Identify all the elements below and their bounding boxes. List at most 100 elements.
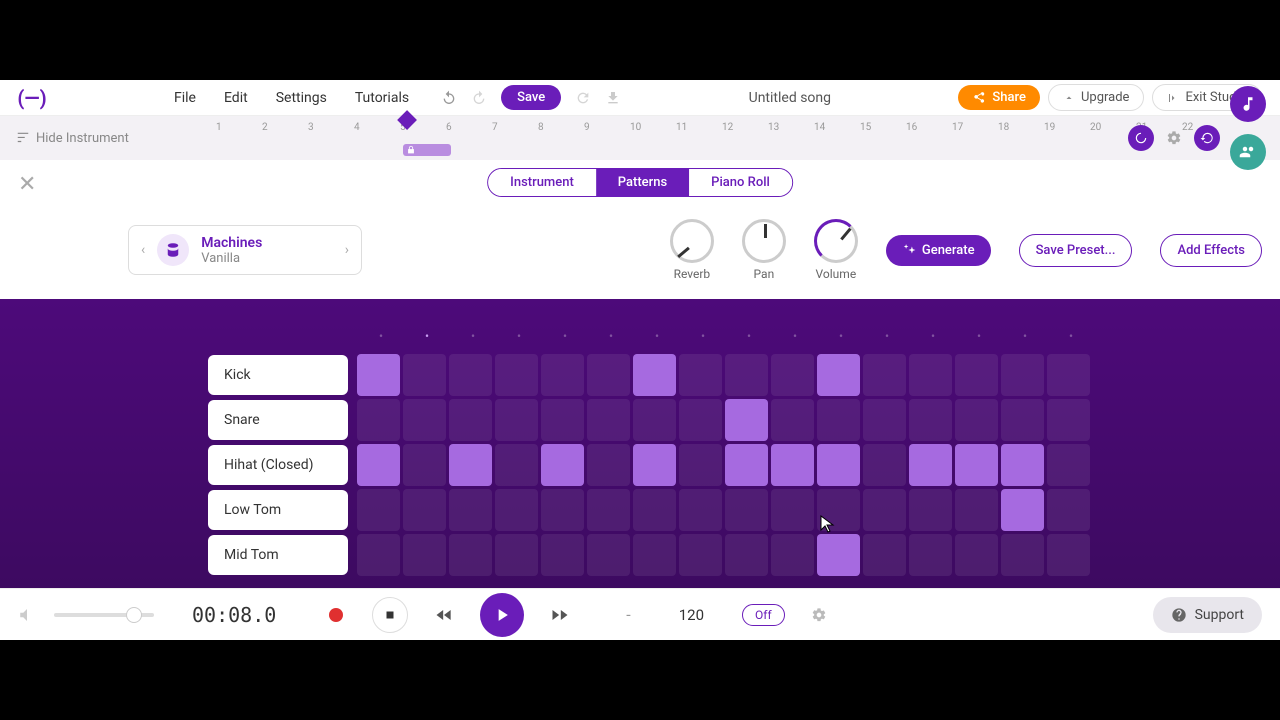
pattern-cell[interactable] (909, 534, 952, 576)
pattern-cell[interactable] (725, 489, 768, 531)
pattern-cell[interactable] (679, 489, 722, 531)
volume-knob[interactable]: Volume (814, 219, 858, 281)
close-icon[interactable]: ✕ (18, 172, 36, 197)
pattern-cell[interactable] (863, 354, 906, 396)
pattern-cell[interactable] (449, 444, 492, 486)
pattern-cell[interactable] (863, 489, 906, 531)
upgrade-button[interactable]: Upgrade (1048, 84, 1144, 111)
menu-file[interactable]: File (174, 90, 196, 106)
pattern-cell[interactable] (771, 444, 814, 486)
pattern-cell[interactable] (771, 354, 814, 396)
pattern-cell[interactable] (587, 399, 630, 441)
pattern-cell[interactable] (403, 534, 446, 576)
pattern-cell[interactable] (495, 444, 538, 486)
volume-slider[interactable] (54, 613, 154, 617)
pattern-cell[interactable] (633, 399, 676, 441)
timeline-action-2[interactable] (1194, 125, 1220, 151)
pattern-cell[interactable] (587, 354, 630, 396)
menu-edit[interactable]: Edit (224, 90, 248, 106)
pattern-cell[interactable] (725, 354, 768, 396)
pattern-cell[interactable] (725, 444, 768, 486)
pattern-cell[interactable] (633, 444, 676, 486)
instrument-selector[interactable]: ‹ Machines Vanilla › (128, 225, 362, 275)
pattern-cell[interactable] (633, 534, 676, 576)
pattern-cell[interactable] (725, 534, 768, 576)
pattern-cell[interactable] (863, 534, 906, 576)
timeline-ruler[interactable]: 12345678910111213141516171819202122 (216, 116, 1160, 160)
pattern-cell[interactable] (1047, 354, 1090, 396)
pattern-cell[interactable] (1047, 489, 1090, 531)
pattern-cell[interactable] (863, 444, 906, 486)
pattern-cell[interactable] (909, 399, 952, 441)
undo-icon[interactable] (441, 90, 457, 106)
pattern-cell[interactable] (587, 489, 630, 531)
pattern-cell[interactable] (495, 489, 538, 531)
pattern-cell[interactable] (817, 489, 860, 531)
pattern-cell[interactable] (909, 444, 952, 486)
pattern-cell[interactable] (357, 354, 400, 396)
pattern-cell[interactable] (1047, 534, 1090, 576)
pattern-cell[interactable] (541, 489, 584, 531)
pattern-cell[interactable] (1001, 489, 1044, 531)
pattern-cell[interactable] (357, 399, 400, 441)
timeline-action-1[interactable] (1128, 125, 1154, 151)
pattern-cell[interactable] (403, 444, 446, 486)
pattern-cell[interactable] (1001, 399, 1044, 441)
pattern-cell[interactable] (955, 534, 998, 576)
metronome-toggle[interactable]: Off (742, 604, 785, 626)
chevron-right-icon[interactable]: › (345, 242, 349, 258)
pattern-cell[interactable] (633, 354, 676, 396)
hide-instrument-toggle[interactable]: Hide Instrument (16, 131, 129, 146)
pattern-cell[interactable] (909, 489, 952, 531)
pattern-cell[interactable] (449, 534, 492, 576)
pattern-cell[interactable] (771, 534, 814, 576)
pattern-cell[interactable] (495, 534, 538, 576)
pattern-cell[interactable] (1047, 399, 1090, 441)
save-button[interactable]: Save (501, 85, 561, 110)
pattern-cell[interactable] (633, 489, 676, 531)
track-label[interactable]: Mid Tom (208, 535, 348, 575)
pattern-cell[interactable] (955, 399, 998, 441)
pattern-cell[interactable] (1001, 354, 1044, 396)
speaker-icon[interactable] (18, 606, 36, 624)
loop-range[interactable] (403, 144, 451, 156)
pattern-cell[interactable] (955, 489, 998, 531)
save-preset-button[interactable]: Save Preset... (1019, 234, 1133, 267)
pattern-cell[interactable] (403, 399, 446, 441)
refresh-icon[interactable] (575, 90, 591, 106)
pattern-cell[interactable] (541, 399, 584, 441)
pattern-cell[interactable] (1001, 444, 1044, 486)
pattern-cell[interactable] (679, 444, 722, 486)
support-button[interactable]: Support (1153, 597, 1262, 633)
side-collab-button[interactable] (1230, 134, 1266, 170)
pattern-cell[interactable] (725, 399, 768, 441)
pattern-cell[interactable] (817, 534, 860, 576)
pattern-cell[interactable] (403, 354, 446, 396)
pattern-cell[interactable] (679, 534, 722, 576)
pattern-cell[interactable] (955, 444, 998, 486)
track-label[interactable]: Low Tom (208, 490, 348, 530)
pattern-cell[interactable] (403, 489, 446, 531)
pattern-cell[interactable] (449, 489, 492, 531)
tab-instrument[interactable]: Instrument (488, 169, 596, 196)
pattern-cell[interactable] (863, 399, 906, 441)
pattern-cell[interactable] (449, 354, 492, 396)
download-icon[interactable] (605, 90, 621, 106)
reverb-knob[interactable]: Reverb (670, 219, 714, 281)
pattern-cell[interactable] (1047, 444, 1090, 486)
forward-button[interactable] (542, 597, 578, 633)
transport-gear-icon[interactable] (811, 607, 827, 623)
pattern-cell[interactable] (541, 444, 584, 486)
pattern-cell[interactable] (587, 444, 630, 486)
pattern-cell[interactable] (587, 534, 630, 576)
pattern-cell[interactable] (817, 354, 860, 396)
rewind-button[interactable] (426, 597, 462, 633)
stop-button[interactable] (372, 597, 408, 633)
pattern-cell[interactable] (541, 534, 584, 576)
generate-button[interactable]: Generate (886, 235, 991, 266)
pattern-cell[interactable] (909, 354, 952, 396)
pattern-cell[interactable] (541, 354, 584, 396)
track-label[interactable]: Snare (208, 400, 348, 440)
pattern-cell[interactable] (771, 489, 814, 531)
chevron-left-icon[interactable]: ‹ (141, 242, 145, 258)
